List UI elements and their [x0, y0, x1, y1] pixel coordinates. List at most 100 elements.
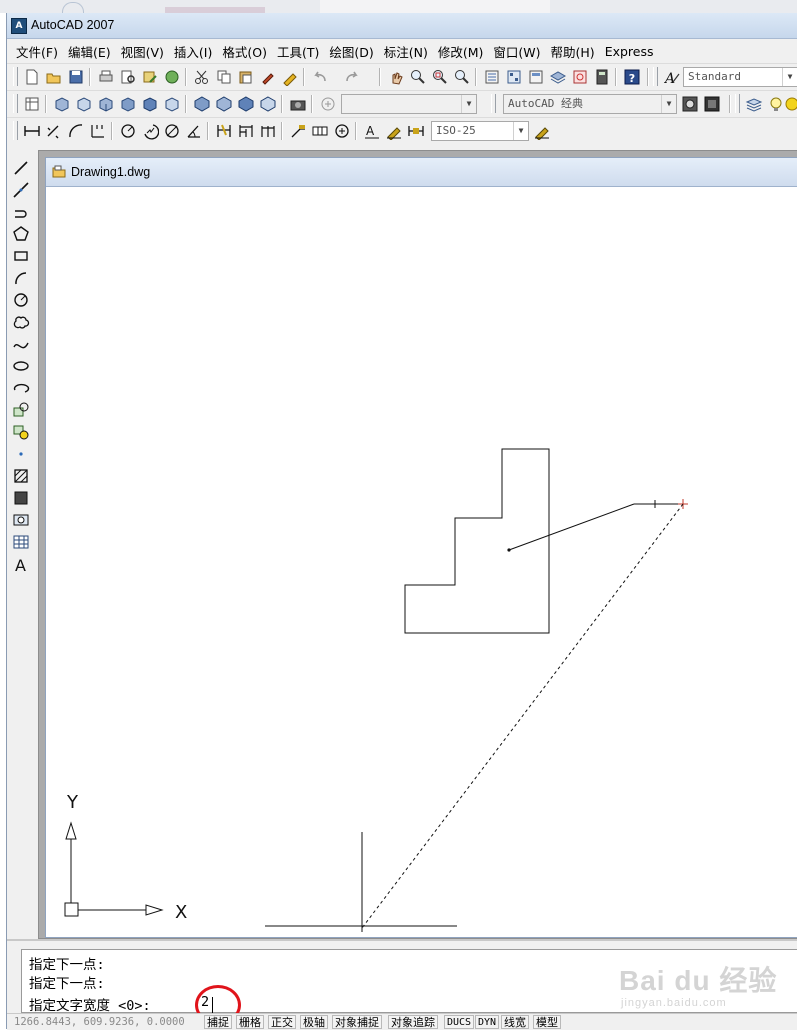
revision-cloud-icon[interactable]: [12, 313, 30, 331]
drawing-tab[interactable]: Drawing1.dwg: [46, 158, 797, 187]
text-style-select[interactable]: Standard ▼: [683, 67, 797, 87]
workspace-settings-icon[interactable]: [23, 95, 41, 113]
save-icon[interactable]: [67, 68, 85, 86]
print-icon[interactable]: [97, 68, 115, 86]
menu-insert[interactable]: 插入(I): [169, 42, 217, 61]
new-icon[interactable]: [23, 68, 41, 86]
menu-format[interactable]: 格式(O): [217, 42, 272, 61]
arc-length-icon[interactable]: [67, 122, 85, 140]
menu-modify[interactable]: 修改(M): [433, 42, 489, 61]
chevron-down-icon[interactable]: ▼: [461, 95, 476, 113]
otrack-toggle[interactable]: 对象追踪: [388, 1015, 438, 1029]
grid-toggle[interactable]: 栅格: [236, 1015, 264, 1029]
continue-dimension-icon[interactable]: [259, 122, 277, 140]
title-bar[interactable]: A AutoCAD 2007: [7, 13, 797, 39]
gradient-icon[interactable]: [12, 489, 30, 507]
markup-set-icon[interactable]: [571, 68, 589, 86]
dimension-style-select[interactable]: ISO-25 ▼: [431, 121, 529, 141]
camera-icon[interactable]: [289, 95, 307, 113]
ortho-toggle[interactable]: 正交: [268, 1015, 296, 1029]
coordinate-readout[interactable]: 1266.8443, 609.9236, 0.0000: [14, 1016, 185, 1028]
point-icon[interactable]: [12, 445, 30, 463]
iso-view-nw-icon[interactable]: [259, 95, 277, 113]
menu-express[interactable]: Express: [600, 44, 659, 59]
sheet-set-icon[interactable]: [549, 68, 567, 86]
menu-window[interactable]: 窗口(W): [488, 42, 545, 61]
paste-icon[interactable]: [237, 68, 255, 86]
gear-icon[interactable]: [681, 95, 699, 113]
plot-preview-icon[interactable]: [119, 68, 137, 86]
toolbar-grip[interactable]: [653, 67, 658, 86]
lineweight-toggle[interactable]: 线宽: [501, 1015, 529, 1029]
zoom-window-icon[interactable]: [431, 68, 449, 86]
iso-view-se-icon[interactable]: [215, 95, 233, 113]
undo-icon[interactable]: [311, 68, 329, 86]
angular-dimension-icon[interactable]: [185, 122, 203, 140]
dimension-text-edit-icon[interactable]: [385, 122, 403, 140]
3d-front-icon[interactable]: [97, 95, 115, 113]
quick-dimension-icon[interactable]: [215, 122, 233, 140]
toolbar-grip[interactable]: [491, 94, 496, 113]
polygon-icon[interactable]: [12, 225, 30, 243]
model-toggle[interactable]: 模型: [533, 1015, 561, 1029]
rectangle-icon[interactable]: [12, 247, 30, 265]
insert-block-icon[interactable]: [12, 401, 30, 419]
hatch-icon[interactable]: [12, 467, 30, 485]
toolbar-grip[interactable]: [13, 121, 18, 140]
menu-dimension[interactable]: 标注(N): [379, 42, 433, 61]
tool-palettes-icon[interactable]: [527, 68, 545, 86]
osnap-toggle[interactable]: 对象捕捉: [332, 1015, 382, 1029]
workspace-select[interactable]: AutoCAD 经典 ▼: [503, 94, 677, 114]
3d-bottom-icon[interactable]: [163, 95, 181, 113]
match-properties-icon[interactable]: [259, 68, 277, 86]
chevron-down-icon[interactable]: ▼: [513, 122, 528, 140]
open-icon[interactable]: [45, 68, 63, 86]
line-icon[interactable]: [12, 159, 30, 177]
multiline-text-icon[interactable]: A: [12, 555, 30, 573]
aligned-dimension-icon[interactable]: [45, 122, 63, 140]
construction-line-icon[interactable]: [12, 181, 30, 199]
menu-file[interactable]: 文件(F): [11, 42, 63, 61]
toolbar-grip[interactable]: [735, 94, 740, 113]
layer-select[interactable]: ▼: [341, 94, 477, 114]
ellipse-arc-icon[interactable]: [12, 379, 30, 397]
center-mark-icon[interactable]: [333, 122, 351, 140]
menu-tools[interactable]: 工具(T): [272, 42, 324, 61]
iso-view-sw-icon[interactable]: [193, 95, 211, 113]
dyn-toggle[interactable]: DYN: [475, 1015, 500, 1029]
3d-view-icon[interactable]: [75, 95, 93, 113]
menu-help[interactable]: 帮助(H): [546, 42, 600, 61]
radius-dimension-icon[interactable]: [119, 122, 137, 140]
3d-top-icon[interactable]: [141, 95, 159, 113]
cut-icon[interactable]: [193, 68, 211, 86]
dimension-edit-icon[interactable]: A: [363, 122, 381, 140]
3d-side-icon[interactable]: [119, 95, 137, 113]
toolbar-grip[interactable]: [13, 67, 18, 86]
dimension-style-icon[interactable]: [533, 122, 551, 140]
diameter-dimension-icon[interactable]: [163, 122, 181, 140]
quick-leader-icon[interactable]: [289, 122, 307, 140]
model-space-canvas[interactable]: Y X: [46, 187, 797, 937]
baseline-dimension-icon[interactable]: [237, 122, 255, 140]
zoom-realtime-icon[interactable]: [409, 68, 427, 86]
zoom-previous-icon[interactable]: [453, 68, 471, 86]
redo-icon[interactable]: [343, 68, 361, 86]
iso-view-ne-icon[interactable]: [237, 95, 255, 113]
sun-icon[interactable]: [783, 95, 797, 113]
snap-toggle[interactable]: 捕捉: [204, 1015, 232, 1029]
menu-draw[interactable]: 绘图(D): [324, 42, 378, 61]
spline-icon[interactable]: [12, 335, 30, 353]
polyline-icon[interactable]: [12, 203, 30, 221]
jogged-dimension-icon[interactable]: [141, 122, 159, 140]
menu-edit[interactable]: 编辑(E): [63, 42, 116, 61]
publish-web-icon[interactable]: [163, 68, 181, 86]
ellipse-icon[interactable]: [12, 357, 30, 375]
workspace-toolbars-icon[interactable]: [703, 95, 721, 113]
toolbar-grip[interactable]: [13, 94, 18, 113]
circle-icon[interactable]: [12, 291, 30, 309]
tolerance-icon[interactable]: [311, 122, 329, 140]
arc-icon[interactable]: [12, 269, 30, 287]
make-block-icon[interactable]: [12, 423, 30, 441]
design-center-icon[interactable]: [505, 68, 523, 86]
properties-icon[interactable]: [483, 68, 501, 86]
